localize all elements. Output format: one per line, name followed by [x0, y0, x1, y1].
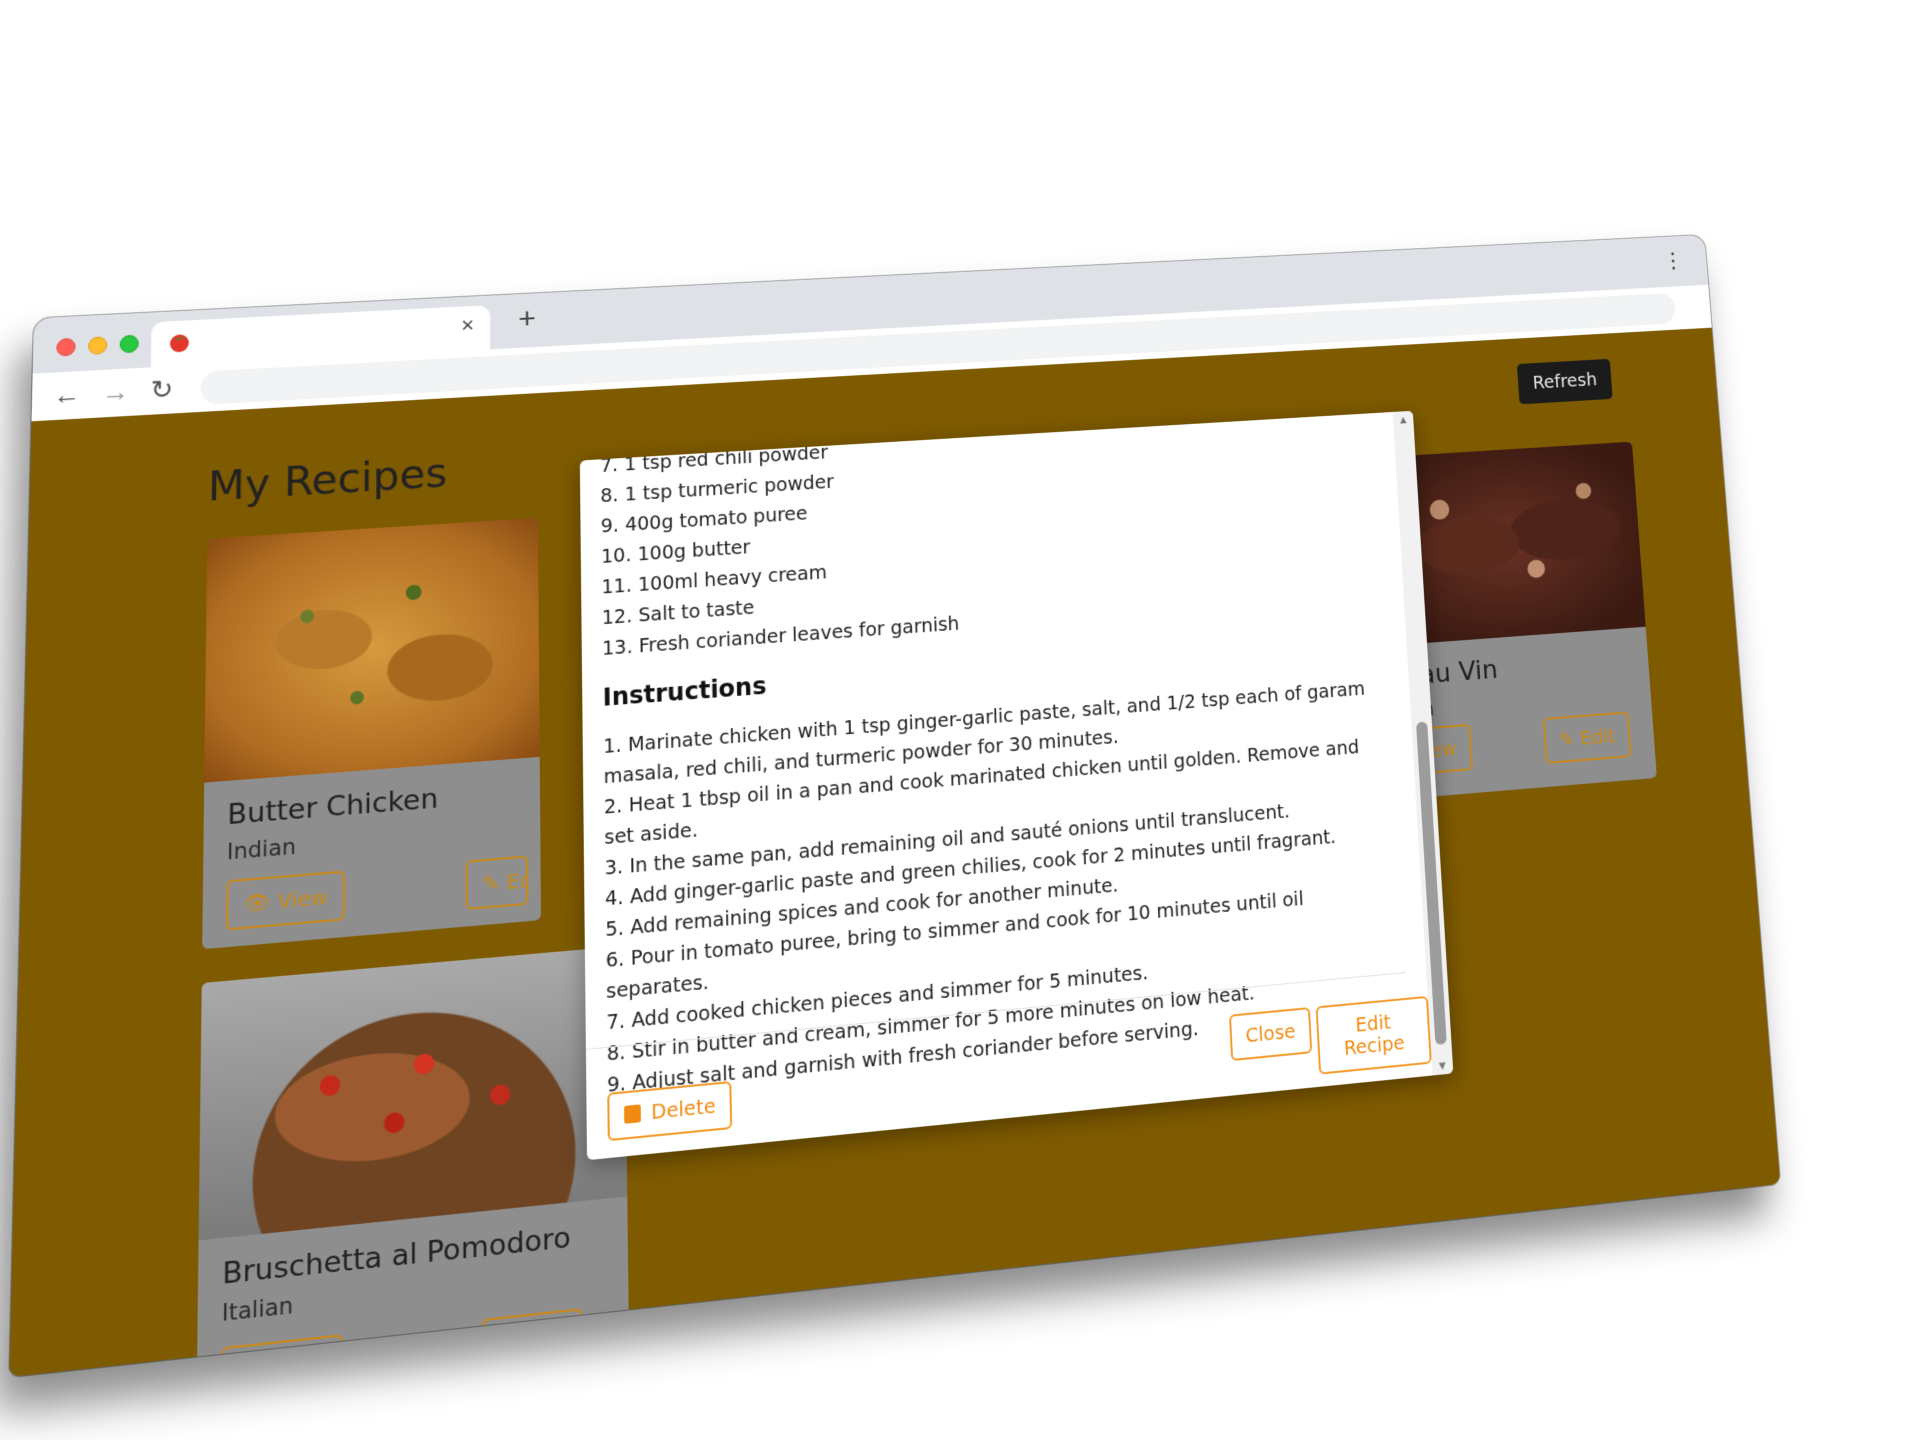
trash-icon [624, 1104, 641, 1124]
scene: × + ⋮ ← → ↻ My Recipes Refresh Butter Ch… [0, 0, 1920, 1440]
browser-window: × + ⋮ ← → ↻ My Recipes Refresh Butter Ch… [9, 234, 1781, 1378]
reload-icon[interactable]: ↻ [150, 374, 173, 405]
scroll-up-icon[interactable]: ▲ [1397, 413, 1409, 427]
back-arrow-icon[interactable]: ← [53, 379, 81, 410]
edit-label: Edit [1579, 723, 1617, 750]
edit-label: Edit [506, 866, 529, 895]
eye-icon: 👁 [238, 1354, 274, 1378]
edit-button[interactable]: ✎ Edit [1542, 711, 1632, 764]
new-tab-icon[interactable]: + [518, 303, 536, 336]
refresh-button[interactable]: Refresh [1517, 358, 1613, 405]
edit-label: Edit [524, 1322, 566, 1354]
maximize-window-button[interactable] [119, 334, 139, 354]
browser-menu-icon[interactable]: ⋮ [1662, 248, 1685, 273]
recipes-page: My Recipes Refresh Butter Chicken Indian… [9, 327, 1781, 1378]
window-controls [56, 334, 139, 357]
view-label: View [273, 1349, 326, 1378]
edit-button[interactable]: ✎ Edit [465, 855, 529, 911]
edit-icon: ✎ [1558, 726, 1581, 752]
edit-button[interactable]: ✎ Edit [482, 1308, 583, 1372]
recipe-image [204, 517, 540, 783]
tomato-icon [169, 334, 189, 353]
recipe-image [198, 945, 628, 1241]
close-window-button[interactable] [56, 337, 76, 357]
edit-recipe-button[interactable]: Edit Recipe [1315, 995, 1432, 1075]
forward-arrow-icon[interactable]: → [102, 376, 130, 407]
scroll-down-icon[interactable]: ▼ [1436, 1058, 1448, 1073]
instructions-heading: Instructions [602, 671, 767, 712]
modal-content: 7. 1 tsp red chili powder 8. 1 tsp turme… [580, 412, 1433, 1160]
view-button[interactable]: 👁 View [226, 870, 346, 931]
recipe-card-butter-chicken: Butter Chicken Indian 👁 View ✎ Edit [202, 517, 542, 950]
view-label: View [277, 884, 329, 914]
close-button[interactable]: Close [1228, 1007, 1313, 1062]
tab-close-icon[interactable]: × [461, 313, 474, 338]
delete-label: Delete [651, 1094, 716, 1125]
ingredients-list: 7. 1 tsp red chili powder 8. 1 tsp turme… [600, 431, 960, 665]
recipe-card-bruschetta: Bruschetta al Pomodoro Italian 👁 View ✎ … [196, 945, 630, 1378]
page-title: My Recipes [207, 448, 448, 511]
recipe-modal: 7. 1 tsp red chili powder 8. 1 tsp turme… [579, 410, 1454, 1161]
eye-icon: 👁 [243, 888, 278, 917]
edit-icon: ✎ [482, 869, 507, 897]
edit-icon: ✎ [499, 1327, 525, 1357]
minimize-window-button[interactable] [88, 336, 108, 355]
view-button[interactable]: 👁 View [220, 1334, 344, 1378]
card-body: Butter Chicken Indian 👁 View ✎ Edit [202, 757, 541, 949]
